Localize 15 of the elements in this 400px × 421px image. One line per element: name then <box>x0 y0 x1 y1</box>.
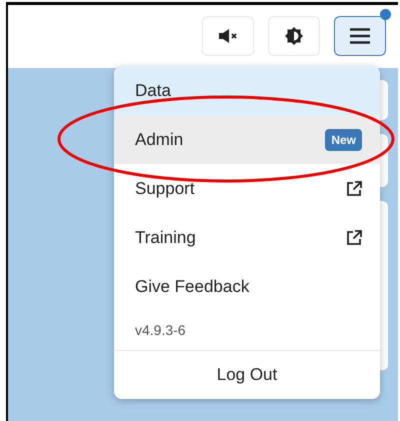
menu-item[interactable]: Give Feedback <box>114 262 380 311</box>
brightness-icon <box>285 27 303 45</box>
external-link-icon <box>347 230 362 245</box>
menu-item[interactable]: Training <box>114 213 380 262</box>
external-link-icon <box>347 181 362 196</box>
menu-item[interactable]: Admin New <box>114 115 380 164</box>
menu-icon <box>350 28 370 44</box>
speaker-muted-icon <box>218 29 238 43</box>
new-badge: New <box>325 128 362 150</box>
menu-item[interactable]: Support <box>114 164 380 213</box>
theme-button[interactable] <box>268 16 320 56</box>
logout-button[interactable]: Log Out <box>114 351 380 399</box>
menu-button[interactable] <box>334 16 386 56</box>
menu-item[interactable]: Data <box>114 66 380 115</box>
mute-button[interactable] <box>202 16 254 56</box>
